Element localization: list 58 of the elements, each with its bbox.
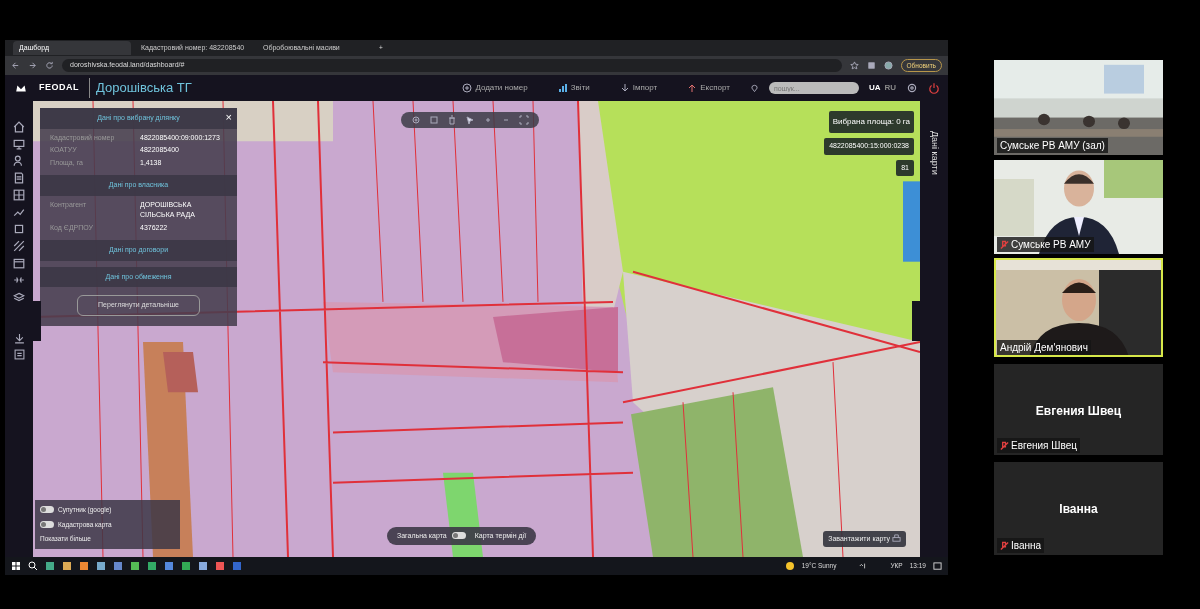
language-button[interactable]: RU [884, 82, 896, 94]
chart-line-icon[interactable] [13, 206, 25, 218]
location-pin-icon [749, 83, 759, 93]
participant-title: Іванна [1058, 501, 1099, 518]
forward-icon[interactable] [28, 61, 37, 70]
toggle-switch[interactable] [40, 520, 54, 528]
participant-title: Евгения Швец [1034, 403, 1123, 420]
cursor-icon[interactable] [465, 115, 475, 125]
star-icon[interactable] [849, 61, 859, 70]
users-icon[interactable] [13, 155, 25, 167]
home-icon[interactable] [13, 121, 25, 133]
list-icon[interactable] [13, 349, 25, 360]
participant-name: Сумське РВ АМУ [1011, 238, 1091, 252]
toolbar-button[interactable]: Експорт [677, 82, 740, 94]
target-icon[interactable] [411, 115, 421, 125]
settings-icon[interactable] [906, 82, 918, 94]
arrow-up-icon [687, 83, 698, 93]
plus-icon[interactable] [483, 115, 493, 125]
toolbar-button[interactable]: Звіти [547, 82, 600, 94]
square-icon[interactable] [13, 223, 25, 235]
close-button[interactable]: × [225, 109, 232, 126]
participant-name: Іванна [1011, 539, 1042, 553]
participant-name: Андрій Дем'янович [1000, 341, 1088, 355]
muted-mic-icon [1000, 239, 1009, 250]
brand-name: FEODAL [39, 81, 79, 95]
profile-icon[interactable] [883, 61, 893, 70]
windows-icon[interactable] [11, 561, 21, 571]
muted-mic-icon [1000, 540, 1009, 551]
calendar-icon[interactable] [13, 257, 25, 269]
panel-handle[interactable] [33, 301, 41, 341]
document-icon[interactable] [13, 172, 25, 184]
toggle-switch[interactable] [40, 506, 54, 514]
participant-name: Евгения Швец [1011, 439, 1077, 453]
download-icon[interactable] [13, 333, 25, 344]
selected-area-label: Вибрана площа: 0 га [828, 111, 914, 133]
search-icon[interactable] [28, 561, 38, 571]
reload-icon[interactable] [45, 61, 54, 70]
app-title: Дорошівська ТГ [89, 78, 192, 98]
toggle-switch[interactable] [451, 532, 466, 540]
hatch-icon[interactable] [13, 240, 25, 252]
power-icon[interactable] [928, 82, 940, 94]
layers-icon[interactable] [13, 291, 25, 303]
monitor-icon[interactable] [13, 138, 25, 150]
toolbar-button[interactable]: Додати номер [452, 82, 538, 94]
trash-icon[interactable] [447, 115, 457, 125]
sun-icon [784, 561, 795, 571]
toolbar-button[interactable]: Імпорт [609, 82, 668, 94]
panel-handle[interactable] [912, 301, 920, 341]
select-icon[interactable] [429, 115, 439, 125]
participant-name: Сумське РВ АМУ (зал) [1000, 139, 1105, 153]
back-icon[interactable] [11, 61, 20, 70]
fullscreen-icon[interactable] [519, 115, 529, 125]
language-button[interactable]: UA [868, 82, 881, 94]
arrow-down-icon [619, 83, 630, 93]
grid-icon[interactable] [13, 189, 25, 201]
muted-mic-icon [1000, 440, 1009, 451]
notification-icon[interactable] [933, 561, 942, 571]
bar-chart-icon [557, 83, 568, 93]
